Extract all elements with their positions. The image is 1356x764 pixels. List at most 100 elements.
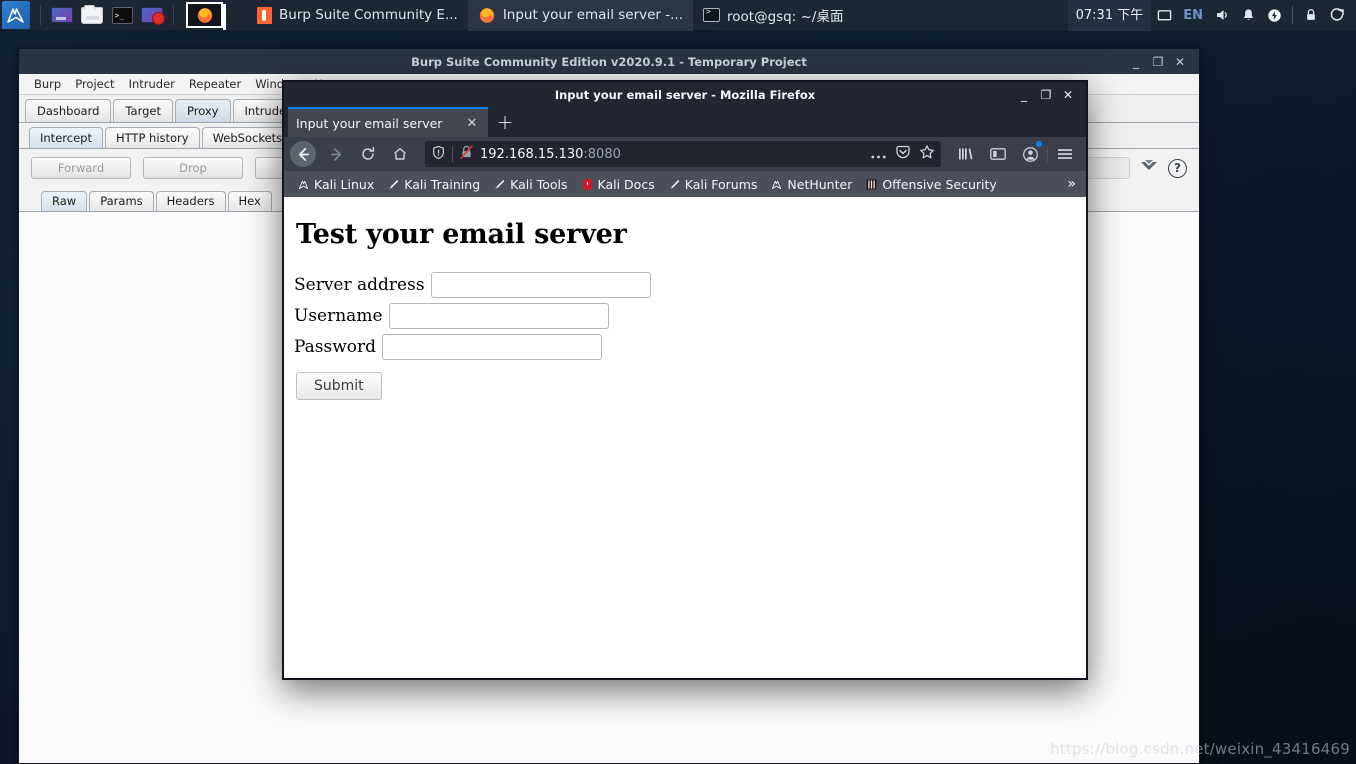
username-input[interactable] xyxy=(388,303,609,329)
account-icon[interactable] xyxy=(1015,140,1045,168)
tab-target[interactable]: Target xyxy=(113,99,173,122)
screen-recorder-icon[interactable] xyxy=(140,4,165,26)
burp-close-button[interactable]: ✕ xyxy=(1169,49,1191,74)
display-icon[interactable] xyxy=(1151,0,1177,31)
taskbar-launchers xyxy=(0,0,226,30)
bell-icon[interactable] xyxy=(1235,0,1261,31)
bookmark-label: Kali Tools xyxy=(510,176,568,192)
password-label: Password xyxy=(294,337,377,357)
new-tab-button[interactable]: + xyxy=(488,107,522,137)
bookmarks-overflow-chevron-icon[interactable]: » xyxy=(1067,176,1078,192)
burp-icon xyxy=(257,6,272,24)
terminal-icon[interactable] xyxy=(110,4,134,26)
tab-proxy[interactable]: Proxy xyxy=(174,99,231,122)
forward-button[interactable]: Forward xyxy=(31,157,131,179)
show-desktop-icon[interactable] xyxy=(50,4,74,26)
volume-icon[interactable] xyxy=(1209,0,1235,31)
bookmark-nethunter[interactable]: NetHunter xyxy=(765,177,857,192)
firefox-window[interactable]: Input your email server - Mozilla Firefo… xyxy=(282,80,1088,680)
close-icon[interactable]: ✕ xyxy=(464,116,480,131)
taskbar-item-burp[interactable]: Burp Suite Community E... xyxy=(247,0,468,31)
red-book-icon xyxy=(582,178,592,190)
burp-menu-burp[interactable]: Burp xyxy=(27,77,68,91)
bookmark-kali-docs[interactable]: Kali Docs xyxy=(576,177,660,192)
bookmark-kali-training[interactable]: Kali Training xyxy=(382,177,485,192)
bookmark-label: NetHunter xyxy=(787,176,853,192)
hamburger-menu-icon[interactable] xyxy=(1050,140,1080,168)
bookmark-label: Offensive Security xyxy=(882,176,997,192)
url-separator xyxy=(452,146,453,162)
message-tab-hex[interactable]: Hex xyxy=(227,191,272,211)
taskbar-item-label: root@gsq: ~/桌面 xyxy=(727,9,844,25)
firefox-close-button[interactable]: ✕ xyxy=(1057,82,1079,107)
subtab-http-history[interactable]: HTTP history xyxy=(104,127,200,148)
firefox-minimize-button[interactable]: _ xyxy=(1013,82,1035,107)
burp-maximize-button[interactable]: ❐ xyxy=(1147,49,1169,74)
message-tab-raw[interactable]: Raw xyxy=(41,191,88,211)
clock[interactable]: 07:31 下午 xyxy=(1067,0,1152,31)
system-tray: 07:31 下午 EN xyxy=(1067,0,1356,31)
bookmark-kali-tools[interactable]: Kali Tools xyxy=(488,177,572,192)
library-icon[interactable] xyxy=(951,140,981,168)
firefox-maximize-button[interactable]: ❐ xyxy=(1035,82,1057,107)
taskbar-item-terminal[interactable]: root@gsq: ~/桌面 xyxy=(693,0,853,31)
logout-icon[interactable] xyxy=(1324,0,1350,31)
page-content: Test your email server Server address Us… xyxy=(284,197,1086,678)
crossed-lock-icon[interactable] xyxy=(459,144,474,164)
burp-window-controls: _ ❐ ✕ xyxy=(1125,49,1199,74)
firefox-icon xyxy=(479,8,495,23)
offsec-icon xyxy=(866,179,877,189)
lock-icon[interactable] xyxy=(1298,0,1324,31)
bookmark-offensive-security[interactable]: Offensive Security xyxy=(860,177,1001,192)
server-address-input[interactable] xyxy=(430,272,651,298)
username-label: Username xyxy=(294,306,383,326)
power-icon[interactable] xyxy=(1261,0,1287,31)
bookmark-label: Kali Linux xyxy=(314,176,375,192)
question-mark-icon[interactable]: ? xyxy=(1168,158,1187,178)
sidebar-icon[interactable] xyxy=(983,140,1013,168)
shield-icon[interactable] xyxy=(431,145,446,164)
toolbar-separator xyxy=(1047,146,1048,162)
bookmarks-toolbar: Kali Linux Kali Training Kali Tools Kali… xyxy=(284,171,1086,197)
kali-dragon-icon xyxy=(772,180,782,189)
star-icon[interactable] xyxy=(919,144,935,164)
tab-dashboard[interactable]: Dashboard xyxy=(25,99,112,122)
subtab-intercept[interactable]: Intercept xyxy=(29,127,103,148)
ellipsis-icon[interactable] xyxy=(870,145,887,164)
message-tab-params[interactable]: Params xyxy=(89,191,154,211)
firefox-window-title: Input your email server - Mozilla Firefo… xyxy=(554,87,816,102)
submit-button[interactable]: Submit xyxy=(296,372,382,400)
form-row-server-address: Server address xyxy=(294,272,1086,298)
burp-titlebar[interactable]: Burp Suite Community Edition v2020.9.1 -… xyxy=(19,49,1199,74)
url-bar-actions xyxy=(870,144,935,164)
pen-icon xyxy=(389,179,399,189)
chevron-down-icon[interactable] xyxy=(1139,158,1159,178)
taskbar-item-firefox[interactable]: Input your email server -... xyxy=(467,0,694,31)
burp-menu-repeater[interactable]: Repeater xyxy=(182,77,248,91)
file-manager-icon[interactable] xyxy=(80,4,104,26)
arrow-left-icon[interactable] xyxy=(290,141,316,167)
keyboard-language-indicator[interactable]: EN xyxy=(1177,8,1209,23)
home-icon[interactable] xyxy=(385,140,415,168)
form-row-username: Username xyxy=(294,303,1086,329)
firefox-titlebar[interactable]: Input your email server - Mozilla Firefo… xyxy=(284,82,1086,107)
bookmark-kali-forums[interactable]: Kali Forums xyxy=(663,177,763,192)
kali-dragon-icon[interactable] xyxy=(2,1,30,29)
browser-tab[interactable]: Input your email server ✕ xyxy=(288,107,488,137)
bookmark-label: Kali Docs xyxy=(597,176,655,192)
burp-menu-intruder[interactable]: Intruder xyxy=(122,77,182,91)
drop-button[interactable]: Drop xyxy=(143,157,243,179)
url-bar[interactable]: 192.168.15.130:8080 xyxy=(425,141,941,167)
message-tab-headers[interactable]: Headers xyxy=(155,191,226,211)
password-input[interactable] xyxy=(382,334,603,360)
reload-icon[interactable] xyxy=(353,140,383,168)
firefox-icon xyxy=(197,8,212,23)
burp-minimize-button[interactable]: _ xyxy=(1125,49,1147,74)
arrow-right-icon xyxy=(321,140,351,168)
bookmark-kali-linux[interactable]: Kali Linux xyxy=(292,177,379,192)
pen-icon xyxy=(495,179,505,189)
firefox-window-switcher[interactable] xyxy=(186,2,226,30)
pocket-icon[interactable] xyxy=(895,144,911,164)
burp-menu-project[interactable]: Project xyxy=(68,77,121,91)
server-address-label: Server address xyxy=(294,275,425,295)
